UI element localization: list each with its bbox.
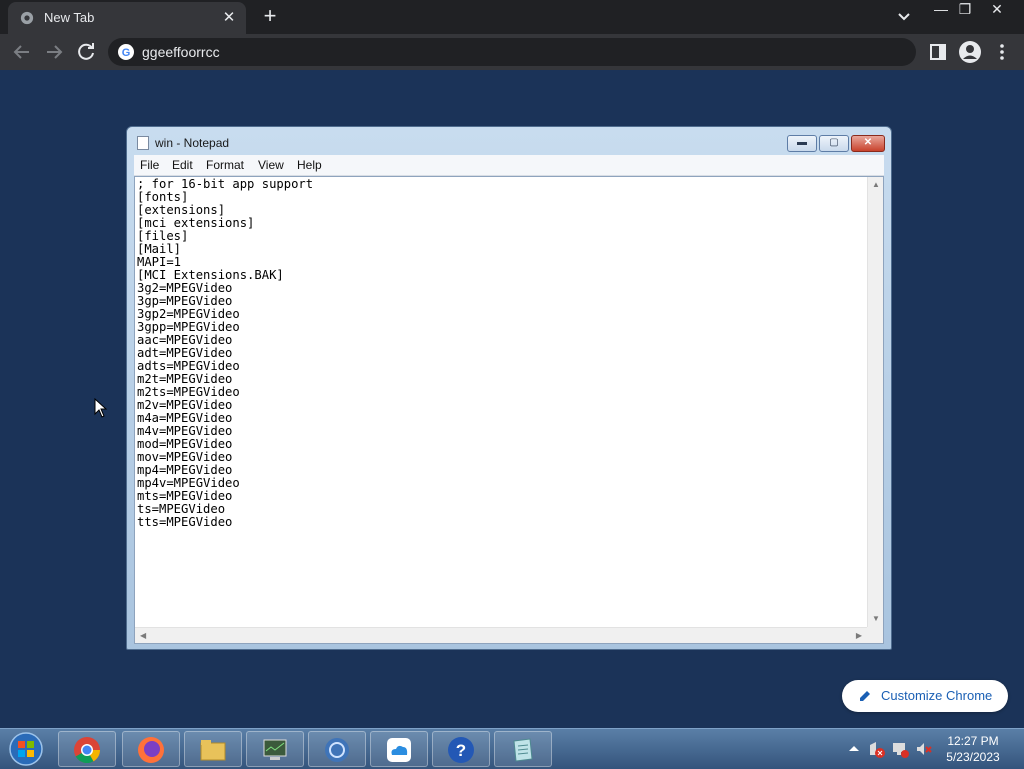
task-manager-icon [263,739,287,760]
forward-icon[interactable] [42,40,66,64]
menu-format[interactable]: Format [206,158,244,172]
svg-text:G: G [122,47,131,59]
notepad-title-icon [137,136,149,150]
scroll-down-icon[interactable]: ▼ [872,615,880,623]
address-text: ggeeffoorrcc [142,44,220,60]
volume-muted-icon[interactable] [914,739,934,759]
tab-title: New Tab [44,10,95,25]
notepad-editor[interactable]: ; for 16-bit app support [fonts] [extens… [134,176,884,644]
notepad-maximize-button[interactable]: ▢ [819,135,849,152]
side-panel-icon[interactable] [926,40,950,64]
chrome-tab-icon [20,11,34,25]
new-tab-button[interactable]: + [258,5,282,29]
taskbar: ? 12:27 PM 5/23/2023 [0,728,1024,769]
network-icon[interactable] [890,739,910,759]
taskbar-chrome-button[interactable] [58,731,116,767]
scroll-right-icon[interactable]: ▶ [856,632,862,640]
notepad-minimize-button[interactable]: ▬ [787,135,817,152]
restore-button[interactable]: ❐ [950,0,980,20]
mouse-cursor-icon [94,398,108,418]
system-clock[interactable]: 12:27 PM 5/23/2023 [936,733,1010,765]
vertical-scrollbar[interactable]: ▲ ▼ [867,177,883,627]
menu-help[interactable]: Help [297,158,322,172]
reload-icon[interactable] [74,40,98,64]
customize-chrome-button[interactable]: Customize Chrome [842,680,1008,712]
notepad-title: win - Notepad [155,136,230,150]
notepad-window[interactable]: win - Notepad ▬ ▢ ✕ File Edit Format Vie… [126,126,892,650]
notepad-close-button[interactable]: ✕ [851,135,885,152]
profile-icon[interactable] [958,40,982,64]
menu-view[interactable]: View [258,158,284,172]
action-center-icon[interactable] [866,739,886,759]
taskbar-taskmgr-button[interactable] [246,731,304,767]
menu-edit[interactable]: Edit [172,158,193,172]
tab-new-tab[interactable]: New Tab ✕ [8,2,246,34]
scroll-up-icon[interactable]: ▲ [872,181,880,189]
file-explorer-icon [200,740,226,761]
address-bar[interactable]: G ggeeffoorrcc [108,38,916,66]
show-hidden-icons-icon[interactable] [844,739,864,759]
tab-strip: New Tab ✕ + — ❐ ✕ [0,0,1024,34]
menu-file[interactable]: File [140,158,159,172]
notepad-icon [513,738,533,762]
firefox-icon [138,737,164,763]
browser-toolbar: G ggeeffoorrcc [0,34,1024,70]
menu-icon[interactable] [990,40,1014,64]
notepad-text[interactable]: ; for 16-bit app support [fonts] [extens… [137,178,867,624]
taskbar-notepad-button[interactable] [494,731,552,767]
close-button[interactable]: ✕ [982,0,1012,20]
help-icon: ? [448,737,474,763]
taskbar-network-button[interactable] [308,731,366,767]
clock-time: 12:27 PM [947,734,999,748]
clock-date: 5/23/2023 [946,750,1000,764]
tab-search-icon[interactable] [894,8,914,26]
taskbar-firefox-button[interactable] [122,731,180,767]
resize-grip[interactable] [867,627,883,643]
taskbar-explorer-button[interactable] [184,731,242,767]
start-button-icon[interactable] [6,731,46,767]
google-icon: G [118,44,134,60]
network-setup-icon [325,738,349,762]
taskbar-help-button[interactable]: ? [432,731,490,767]
customize-chrome-label: Customize Chrome [881,688,993,703]
tab-close-icon[interactable]: ✕ [220,9,238,27]
chrome-icon [74,737,101,764]
cloud-icon [387,738,411,762]
pencil-icon [860,691,870,701]
back-icon[interactable] [10,40,34,64]
horizontal-scrollbar[interactable]: ◀ ▶ [135,627,867,643]
scroll-left-icon[interactable]: ◀ [140,632,146,640]
svg-text:?: ? [456,741,466,760]
taskbar-cloud-button[interactable] [370,731,428,767]
notepad-menubar: File Edit Format View Help [134,155,884,176]
